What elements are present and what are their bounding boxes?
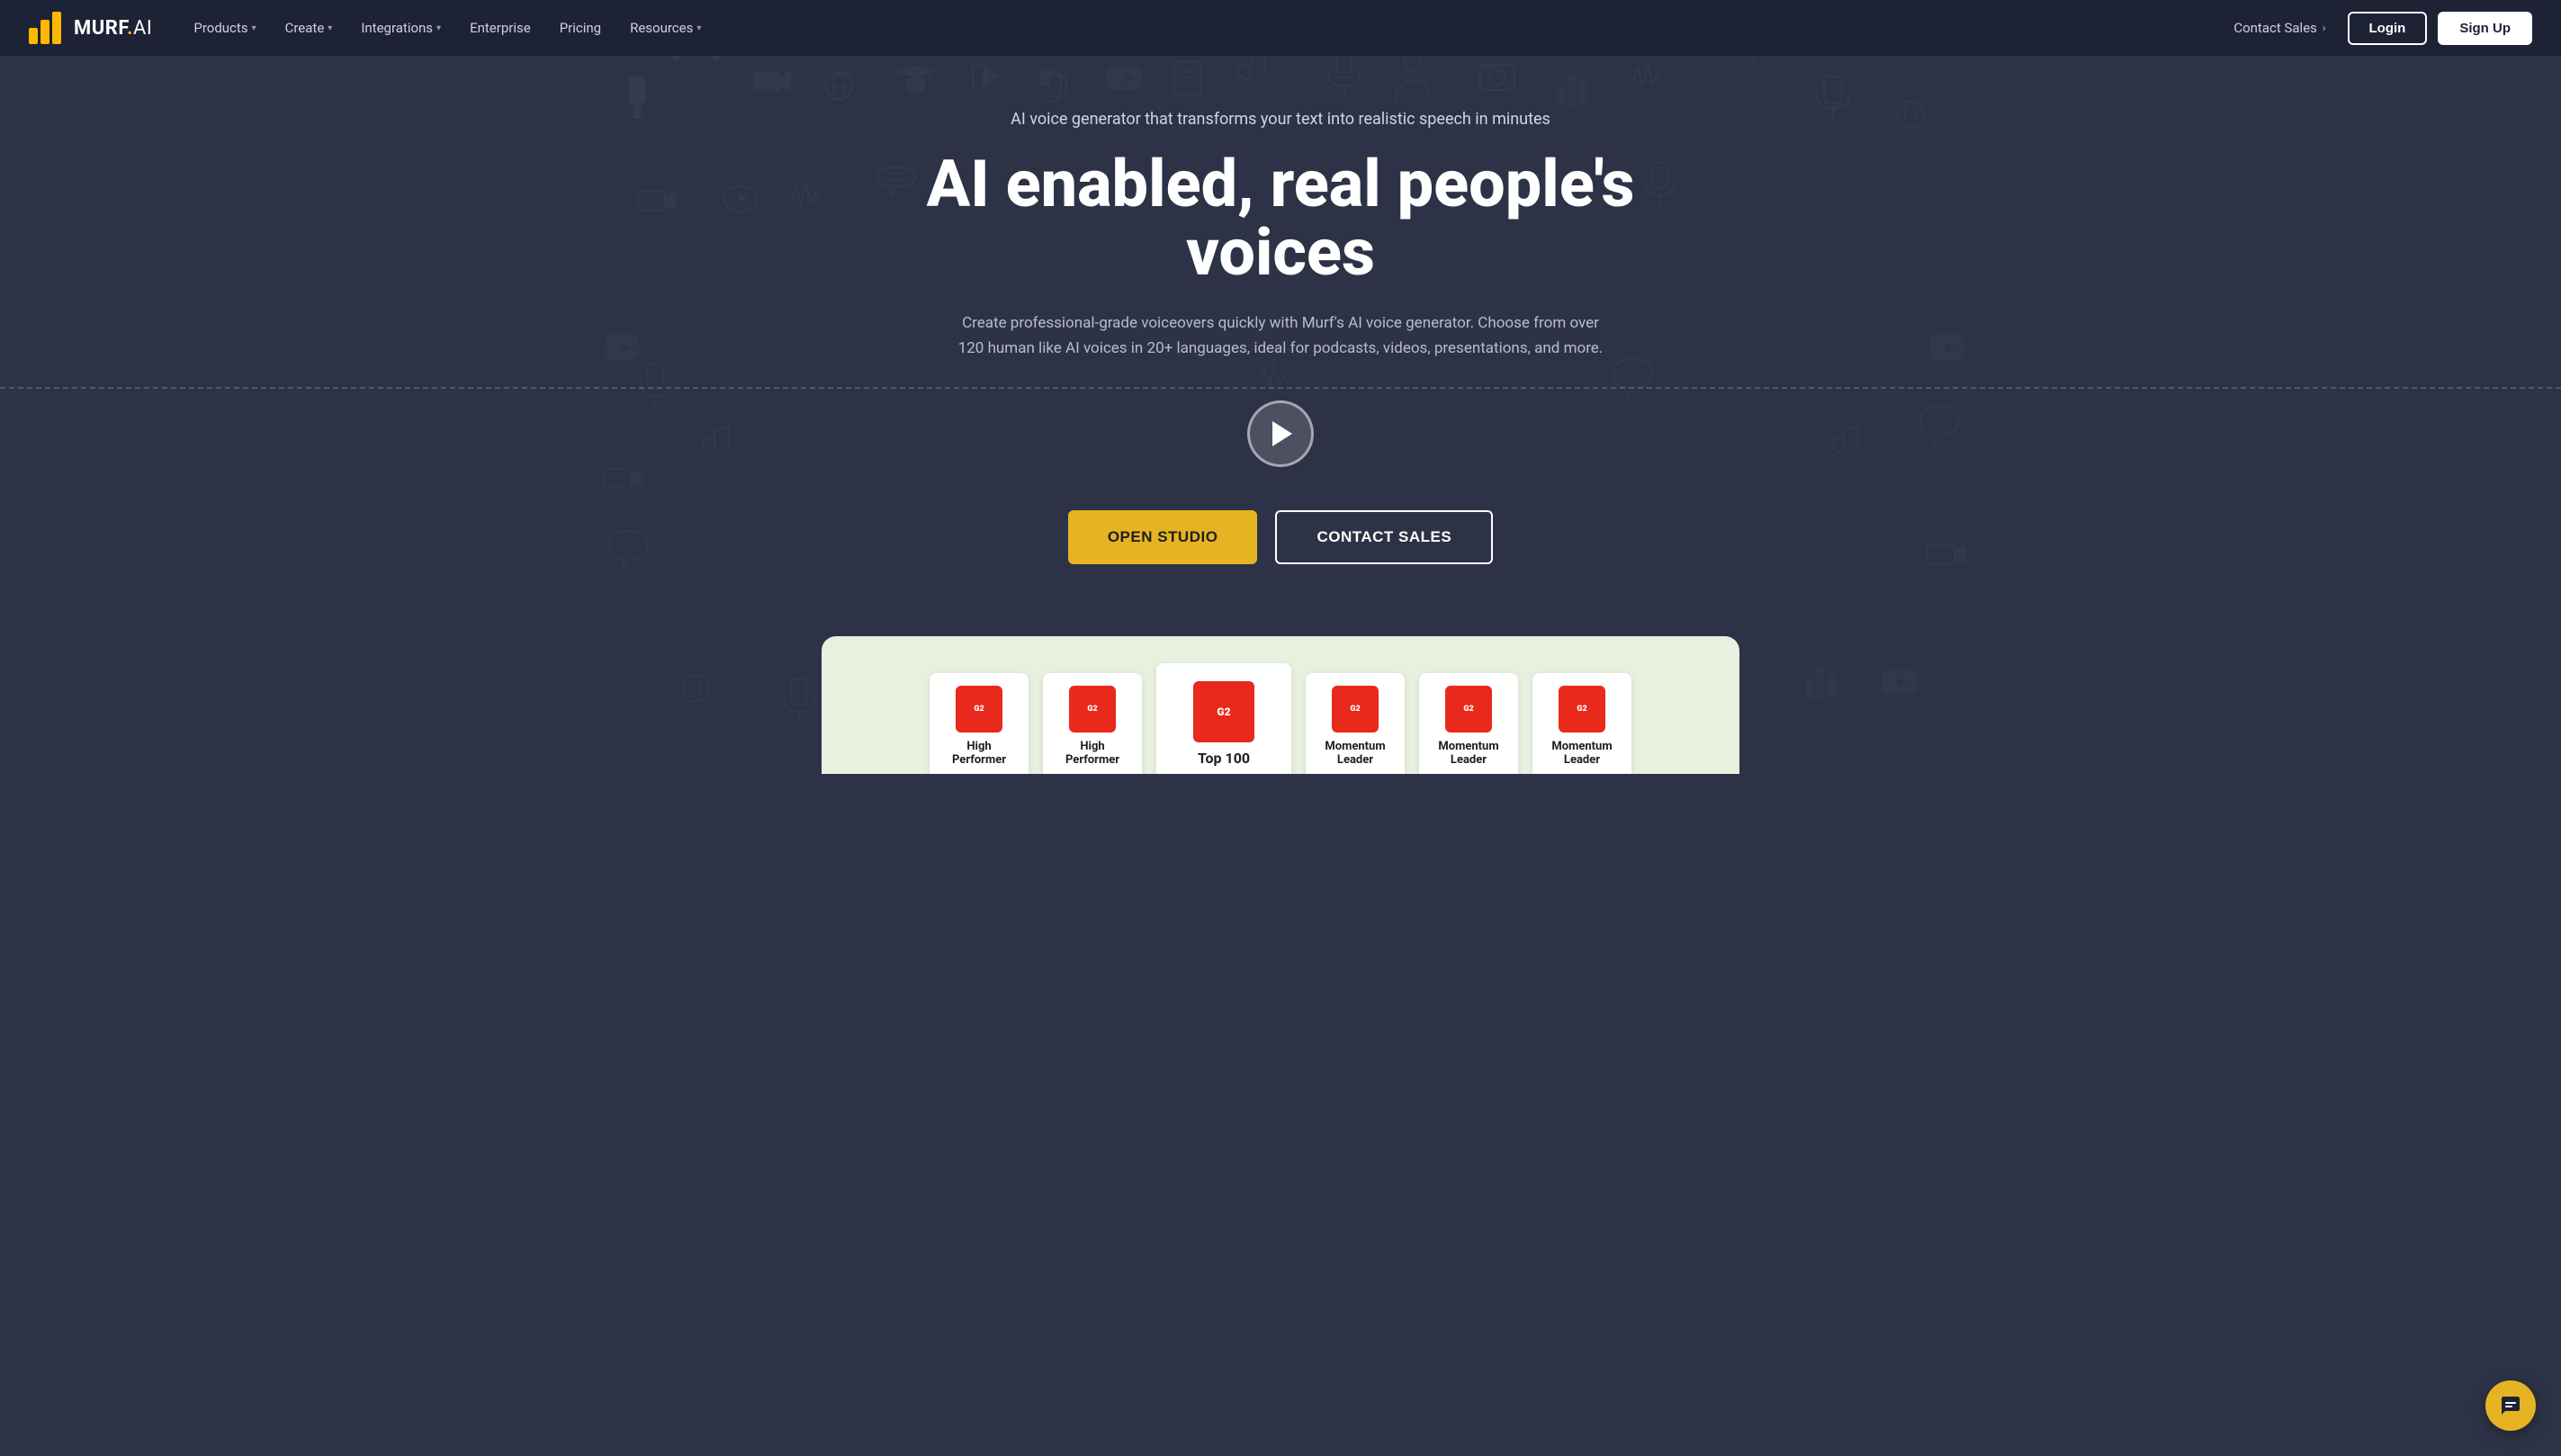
nav-enterprise-label: Enterprise bbox=[470, 20, 531, 36]
nav-item-create[interactable]: Create ▾ bbox=[273, 13, 346, 43]
award-card-2: G2 HighPerformer bbox=[1043, 673, 1142, 774]
products-chevron-icon: ▾ bbox=[252, 23, 256, 33]
g2-badge-5: G2 bbox=[1445, 686, 1492, 732]
award-card-5: G2 MomentumLeader bbox=[1419, 673, 1518, 774]
nav-resources-label: Resources bbox=[630, 20, 693, 36]
award-label-2: HighPerformer bbox=[1065, 740, 1119, 774]
hero-description: Create professional-grade voiceovers qui… bbox=[957, 311, 1604, 360]
login-button[interactable]: Login bbox=[2348, 12, 2428, 45]
nav-products-label: Products bbox=[193, 20, 247, 36]
awards-section: G2 HighPerformer G2 HighPerformer G2 Top… bbox=[786, 636, 1775, 774]
g2-badge-6: G2 bbox=[1559, 686, 1605, 732]
nav-item-resources[interactable]: Resources ▾ bbox=[617, 13, 714, 43]
nav-create-label: Create bbox=[285, 20, 325, 36]
nav-item-integrations[interactable]: Integrations ▾ bbox=[348, 13, 454, 43]
award-label-1: HighPerformer bbox=[952, 740, 1006, 774]
nav-right: Contact Sales › Login Sign Up bbox=[2223, 12, 2532, 45]
g2-badge-2: G2 bbox=[1069, 686, 1116, 732]
chat-icon bbox=[2498, 1393, 2523, 1418]
g2-badge-3: G2 bbox=[1193, 681, 1254, 742]
cta-buttons: OPEN STUDIO CONTACT SALES bbox=[1068, 510, 1493, 564]
contact-sales-label: Contact Sales bbox=[2233, 20, 2317, 36]
g2-badge-4: G2 bbox=[1332, 686, 1379, 732]
nav-links: Products ▾ Create ▾ Integrations ▾ Enter… bbox=[181, 13, 2223, 43]
nav-integrations-label: Integrations bbox=[361, 20, 433, 36]
award-label-3: Top 100 bbox=[1198, 750, 1250, 774]
chat-button[interactable] bbox=[2485, 1380, 2536, 1431]
hero-title: AI enabled, real people's voices bbox=[894, 150, 1667, 286]
resources-chevron-icon: ▾ bbox=[696, 23, 701, 33]
nav-item-pricing[interactable]: Pricing bbox=[547, 13, 614, 43]
contact-sales-arrow-icon: › bbox=[2323, 22, 2326, 34]
contact-sales-nav[interactable]: Contact Sales › bbox=[2223, 13, 2336, 43]
open-studio-button[interactable]: OPEN STUDIO bbox=[1068, 510, 1258, 564]
nav-pricing-label: Pricing bbox=[560, 20, 601, 36]
play-icon bbox=[1272, 421, 1292, 446]
awards-container: G2 HighPerformer G2 HighPerformer G2 Top… bbox=[822, 636, 1739, 774]
nav-item-products[interactable]: Products ▾ bbox=[181, 13, 268, 43]
play-button-wrap bbox=[1247, 400, 1314, 467]
g2-badge-1: G2 bbox=[956, 686, 1002, 732]
award-label-5: MomentumLeader bbox=[1438, 740, 1498, 774]
award-label-6: MomentumLeader bbox=[1551, 740, 1612, 774]
create-chevron-icon: ▾ bbox=[328, 23, 332, 33]
award-card-3-featured: G2 Top 100 bbox=[1156, 663, 1291, 774]
play-button[interactable] bbox=[1247, 400, 1314, 467]
logo[interactable]: MURF.AI bbox=[29, 12, 152, 44]
hero-subtitle: AI voice generator that transforms your … bbox=[1011, 110, 1550, 129]
hero-content: AI voice generator that transforms your … bbox=[876, 56, 1685, 636]
award-card-6: G2 MomentumLeader bbox=[1532, 673, 1631, 774]
hero-section: AI voice generator that transforms your … bbox=[0, 0, 2561, 774]
logo-text: MURF.AI bbox=[74, 17, 152, 40]
award-card-4: G2 MomentumLeader bbox=[1306, 673, 1405, 774]
award-card-1: G2 HighPerformer bbox=[930, 673, 1029, 774]
contact-sales-button[interactable]: CONTACT SALES bbox=[1275, 510, 1493, 564]
integrations-chevron-icon: ▾ bbox=[436, 23, 441, 33]
navbar: MURF.AI Products ▾ Create ▾ Integrations… bbox=[0, 0, 2561, 56]
award-label-4: MomentumLeader bbox=[1325, 740, 1385, 774]
signup-button[interactable]: Sign Up bbox=[2438, 12, 2532, 45]
nav-item-enterprise[interactable]: Enterprise bbox=[457, 13, 544, 43]
